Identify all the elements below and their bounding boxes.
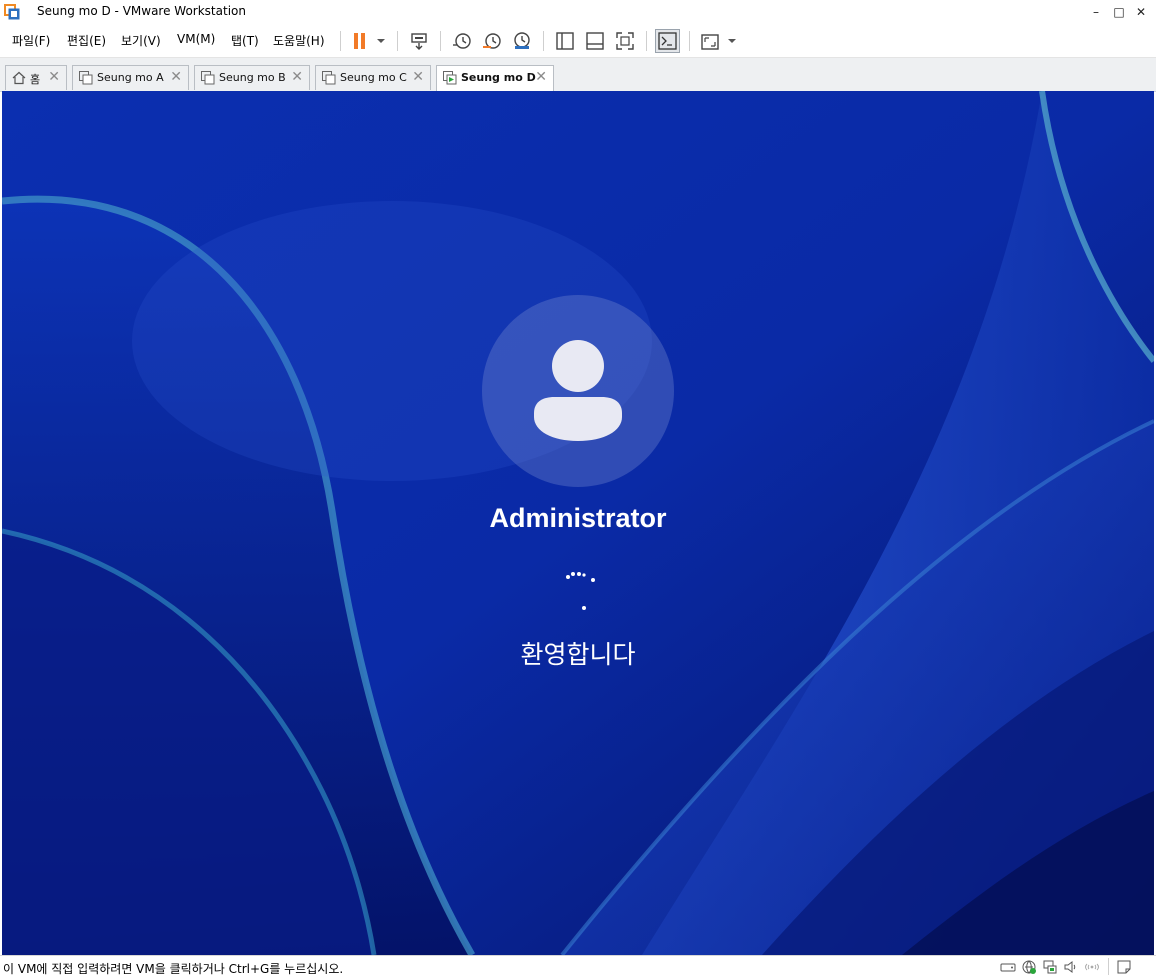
usb-icon[interactable] (1042, 959, 1058, 975)
window-title: Seung mo D - VMware Workstation (37, 4, 246, 18)
unity-dropdown-chevron-icon[interactable] (728, 39, 736, 43)
menu-view[interactable]: 보기(V) (121, 32, 161, 49)
toolbar-separator (440, 31, 441, 51)
vm-console-display[interactable]: Administrator 환영합니다 (2, 91, 1154, 955)
tab-seung-mo-c[interactable]: Seung mo C ✕ (315, 65, 431, 90)
loading-spinner-icon (566, 572, 595, 610)
vm-tab-bar: 홈 ✕ Seung mo A ✕ Seung mo B ✕ Seung mo C… (0, 58, 1156, 92)
menu-file[interactable]: 파일(F) (12, 32, 50, 49)
vm-icon (201, 71, 215, 85)
tab-label: Seung mo C (340, 71, 407, 84)
unity-icon[interactable] (699, 30, 721, 52)
sound-icon[interactable] (1063, 959, 1079, 975)
revert-snapshot-icon[interactable] (481, 30, 503, 52)
vm-icon (322, 71, 336, 85)
vmware-logo-icon[interactable] (4, 4, 20, 20)
toolbar-separator (397, 31, 398, 51)
hdd-icon[interactable] (1000, 959, 1016, 975)
console-icon[interactable] (655, 29, 680, 53)
snapshot-manager-icon[interactable] (511, 30, 533, 52)
tab-home[interactable]: 홈 ✕ (5, 65, 67, 90)
menu-tabs[interactable]: 탭(T) (231, 32, 259, 49)
message-icon[interactable] (1116, 959, 1132, 975)
tab-label: Seung mo D (461, 71, 536, 84)
vm-running-icon (443, 71, 457, 85)
snapshot-icon[interactable] (451, 30, 473, 52)
network-icon[interactable] (1021, 959, 1037, 975)
home-icon (12, 71, 26, 85)
toolbar-separator (646, 31, 647, 51)
power-dropdown-chevron-icon[interactable] (377, 39, 385, 43)
user-avatar (482, 295, 674, 487)
pause-icon[interactable] (349, 30, 371, 52)
status-separator (1108, 958, 1109, 975)
title-bar: Seung mo D - VMware Workstation – □ ✕ (0, 0, 1156, 24)
menu-edit[interactable]: 편집(E) (67, 32, 106, 49)
thumbnail-bar-icon[interactable] (584, 30, 606, 52)
send-ctrl-alt-del-icon[interactable] (408, 30, 430, 52)
tab-label: Seung mo B (219, 71, 286, 84)
status-bar: 이 VM에 직접 입력하려면 VM을 클릭하거나 Ctrl+G를 누르십시오. (0, 955, 1156, 978)
tab-close-icon[interactable]: ✕ (412, 68, 424, 86)
menu-help[interactable]: 도움말(H) (273, 32, 325, 49)
toolbar-separator (340, 31, 341, 51)
user-avatar-icon (534, 340, 622, 441)
library-icon[interactable] (554, 30, 576, 52)
tab-seung-mo-a[interactable]: Seung mo A ✕ (72, 65, 189, 90)
close-button[interactable]: ✕ (1128, 0, 1154, 24)
user-name-label: Administrator (489, 503, 667, 533)
toolbar-separator (543, 31, 544, 51)
toolbar-separator (689, 31, 690, 51)
menu-vm[interactable]: VM(M) (177, 32, 215, 46)
tab-seung-mo-b[interactable]: Seung mo B ✕ (194, 65, 310, 90)
tab-close-icon[interactable]: ✕ (170, 68, 182, 86)
menu-toolbar: 파일(F) 편집(E) 보기(V) VM(M) 탭(T) 도움말(H) (0, 24, 1156, 58)
tab-label: Seung mo A (97, 71, 164, 84)
vm-icon (79, 71, 93, 85)
tab-close-icon[interactable]: ✕ (48, 68, 60, 86)
tab-close-icon[interactable]: ✕ (291, 68, 303, 86)
connection-icon[interactable] (1084, 959, 1100, 975)
tab-close-icon[interactable]: ✕ (535, 68, 547, 86)
status-hint: 이 VM에 직접 입력하려면 VM을 클릭하거나 Ctrl+G를 누르십시오. (3, 962, 344, 976)
tab-label: 홈 (30, 73, 41, 86)
full-screen-icon[interactable] (614, 30, 636, 52)
welcome-message: 환영합니다 (520, 640, 636, 669)
tab-seung-mo-d[interactable]: Seung mo D ✕ (436, 65, 554, 91)
